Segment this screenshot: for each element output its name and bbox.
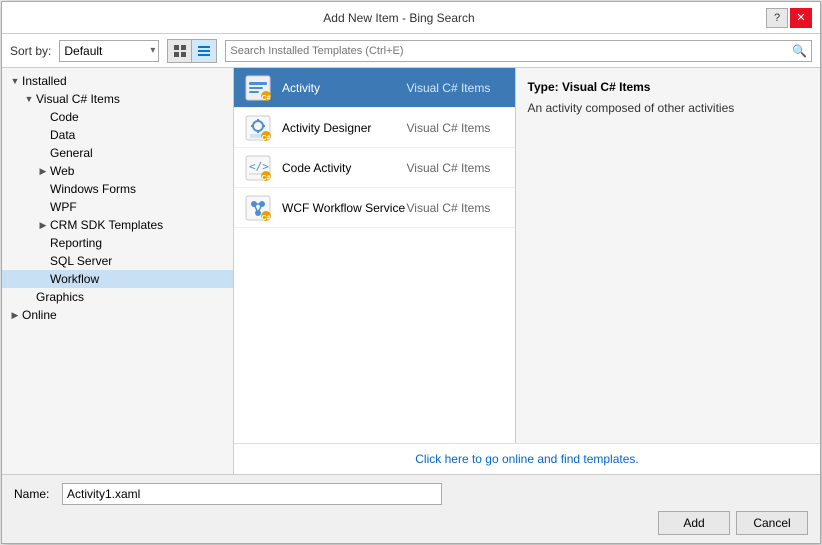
expand-web-icon: ▶ [36, 164, 50, 178]
activity-name: Activity [282, 81, 407, 95]
sidebar-item-visual-csharp[interactable]: ▼ Visual C# Items [2, 90, 233, 108]
sidebar-online-label: Online [22, 308, 57, 322]
item-row-wcf-workflow[interactable]: C# WCF Workflow Service Visual C# Items [234, 188, 515, 228]
expand-online-icon: ▶ [8, 308, 22, 322]
bottom-bar: Name: Add Cancel [2, 474, 820, 543]
grid-icon [173, 44, 187, 58]
title-bar: Add New Item - Bing Search ? ✕ [2, 2, 820, 34]
wcf-category: Visual C# Items [407, 201, 507, 215]
sidebar-item-data[interactable]: Data [2, 126, 233, 144]
sidebar-item-code[interactable]: Code [2, 108, 233, 126]
sidebar-item-online[interactable]: ▶ Online [2, 306, 233, 324]
sidebar-winforms-label: Windows Forms [50, 182, 136, 196]
sidebar-sql-label: SQL Server [50, 254, 112, 268]
cancel-button[interactable]: Cancel [736, 511, 808, 535]
svg-text:C#: C# [262, 215, 271, 222]
spacer-code [36, 110, 50, 124]
sidebar-general-label: General [50, 146, 93, 160]
sidebar-crm-label: CRM SDK Templates [50, 218, 163, 232]
spacer-data [36, 128, 50, 142]
wcf-workflow-icon: C# [242, 192, 274, 224]
details-panel: Type: Visual C# Items An activity compos… [516, 68, 821, 443]
code-activity-name: Code Activity [282, 161, 407, 175]
spacer-wpf [36, 200, 50, 214]
sidebar-item-wpf[interactable]: WPF [2, 198, 233, 216]
item-row-activity[interactable]: C# Activity Visual C# Items [234, 68, 515, 108]
online-link-area: Click here to go online and find templat… [234, 443, 820, 474]
content-area: C# Activity Visual C# Items [234, 68, 820, 443]
list-view-button[interactable] [192, 40, 216, 62]
code-activity-icon: </> C# [242, 152, 274, 184]
sidebar-item-general[interactable]: General [2, 144, 233, 162]
spacer-general [36, 146, 50, 160]
grid-view-button[interactable] [168, 40, 192, 62]
sidebar-vcsharp-label: Visual C# Items [36, 92, 120, 106]
spacer-sql [36, 254, 50, 268]
sort-label: Sort by: [10, 44, 51, 58]
sidebar-wpf-label: WPF [50, 200, 77, 214]
expand-crm-icon: ▶ [36, 218, 50, 232]
title-bar-buttons: ? ✕ [766, 8, 812, 28]
close-button[interactable]: ✕ [790, 8, 812, 28]
sidebar: ▼ Installed ▼ Visual C# Items Code Data [2, 68, 234, 474]
spacer-workflow [36, 272, 50, 286]
sidebar-graphics-label: Graphics [36, 290, 84, 304]
item-row-code-activity[interactable]: </> C# Code Activity Visual C# Items [234, 148, 515, 188]
toolbar: Sort by: Default Name Type [2, 34, 820, 68]
spacer-wf [36, 182, 50, 196]
code-activity-category: Visual C# Items [407, 161, 507, 175]
right-panel: C# Activity Visual C# Items [234, 68, 820, 474]
add-button[interactable]: Add [658, 511, 730, 535]
sort-select[interactable]: Default Name Type [59, 40, 159, 62]
svg-text:C#: C# [262, 135, 271, 142]
expand-installed-icon: ▼ [8, 74, 22, 88]
expand-vcsharp-icon: ▼ [22, 92, 36, 106]
sort-select-wrapper: Default Name Type [59, 40, 159, 62]
svg-text:C#: C# [262, 175, 271, 182]
sidebar-item-graphics[interactable]: Graphics [2, 288, 233, 306]
button-row: Add Cancel [14, 511, 808, 535]
designer-category: Visual C# Items [407, 121, 507, 135]
name-row: Name: [14, 483, 808, 505]
name-label: Name: [14, 487, 54, 501]
help-button[interactable]: ? [766, 8, 788, 28]
view-toggle [167, 39, 217, 63]
sidebar-item-installed[interactable]: ▼ Installed [2, 72, 233, 90]
search-input[interactable] [230, 45, 792, 57]
sidebar-item-crm-sdk[interactable]: ▶ CRM SDK Templates [2, 216, 233, 234]
sidebar-item-web[interactable]: ▶ Web [2, 162, 233, 180]
wcf-name: WCF Workflow Service [282, 201, 407, 215]
spacer-graphics [22, 290, 36, 304]
activity-icon: C# [242, 72, 274, 104]
sidebar-installed-label: Installed [22, 74, 67, 88]
type-label: Type: [528, 80, 559, 94]
add-new-item-dialog: Add New Item - Bing Search ? ✕ Sort by: … [1, 1, 821, 544]
sidebar-code-label: Code [50, 110, 79, 124]
online-link[interactable]: Click here to go online and find templat… [415, 452, 638, 466]
search-icon[interactable]: 🔍 [792, 44, 807, 58]
item-list: C# Activity Visual C# Items [234, 68, 516, 443]
sidebar-web-label: Web [50, 164, 74, 178]
search-box: 🔍 [225, 40, 812, 62]
spacer-reporting [36, 236, 50, 250]
activity-designer-icon: C# [242, 112, 274, 144]
item-row-activity-designer[interactable]: C# Activity Designer Visual C# Items [234, 108, 515, 148]
details-type: Type: Visual C# Items [528, 80, 809, 94]
details-description: An activity composed of other activities [528, 100, 809, 117]
main-content: ▼ Installed ▼ Visual C# Items Code Data [2, 68, 820, 474]
name-input[interactable] [62, 483, 442, 505]
sidebar-item-sql-server[interactable]: SQL Server [2, 252, 233, 270]
sidebar-item-reporting[interactable]: Reporting [2, 234, 233, 252]
designer-name: Activity Designer [282, 121, 407, 135]
dialog-title: Add New Item - Bing Search [32, 11, 766, 25]
type-value: Visual C# Items [562, 80, 651, 94]
sidebar-workflow-label: Workflow [50, 272, 99, 286]
svg-text:C#: C# [262, 95, 271, 102]
sidebar-reporting-label: Reporting [50, 236, 102, 250]
activity-category: Visual C# Items [407, 81, 507, 95]
sidebar-data-label: Data [50, 128, 75, 142]
sidebar-item-workflow[interactable]: Workflow [2, 270, 233, 288]
list-icon [197, 44, 211, 58]
sidebar-item-windows-forms[interactable]: Windows Forms [2, 180, 233, 198]
